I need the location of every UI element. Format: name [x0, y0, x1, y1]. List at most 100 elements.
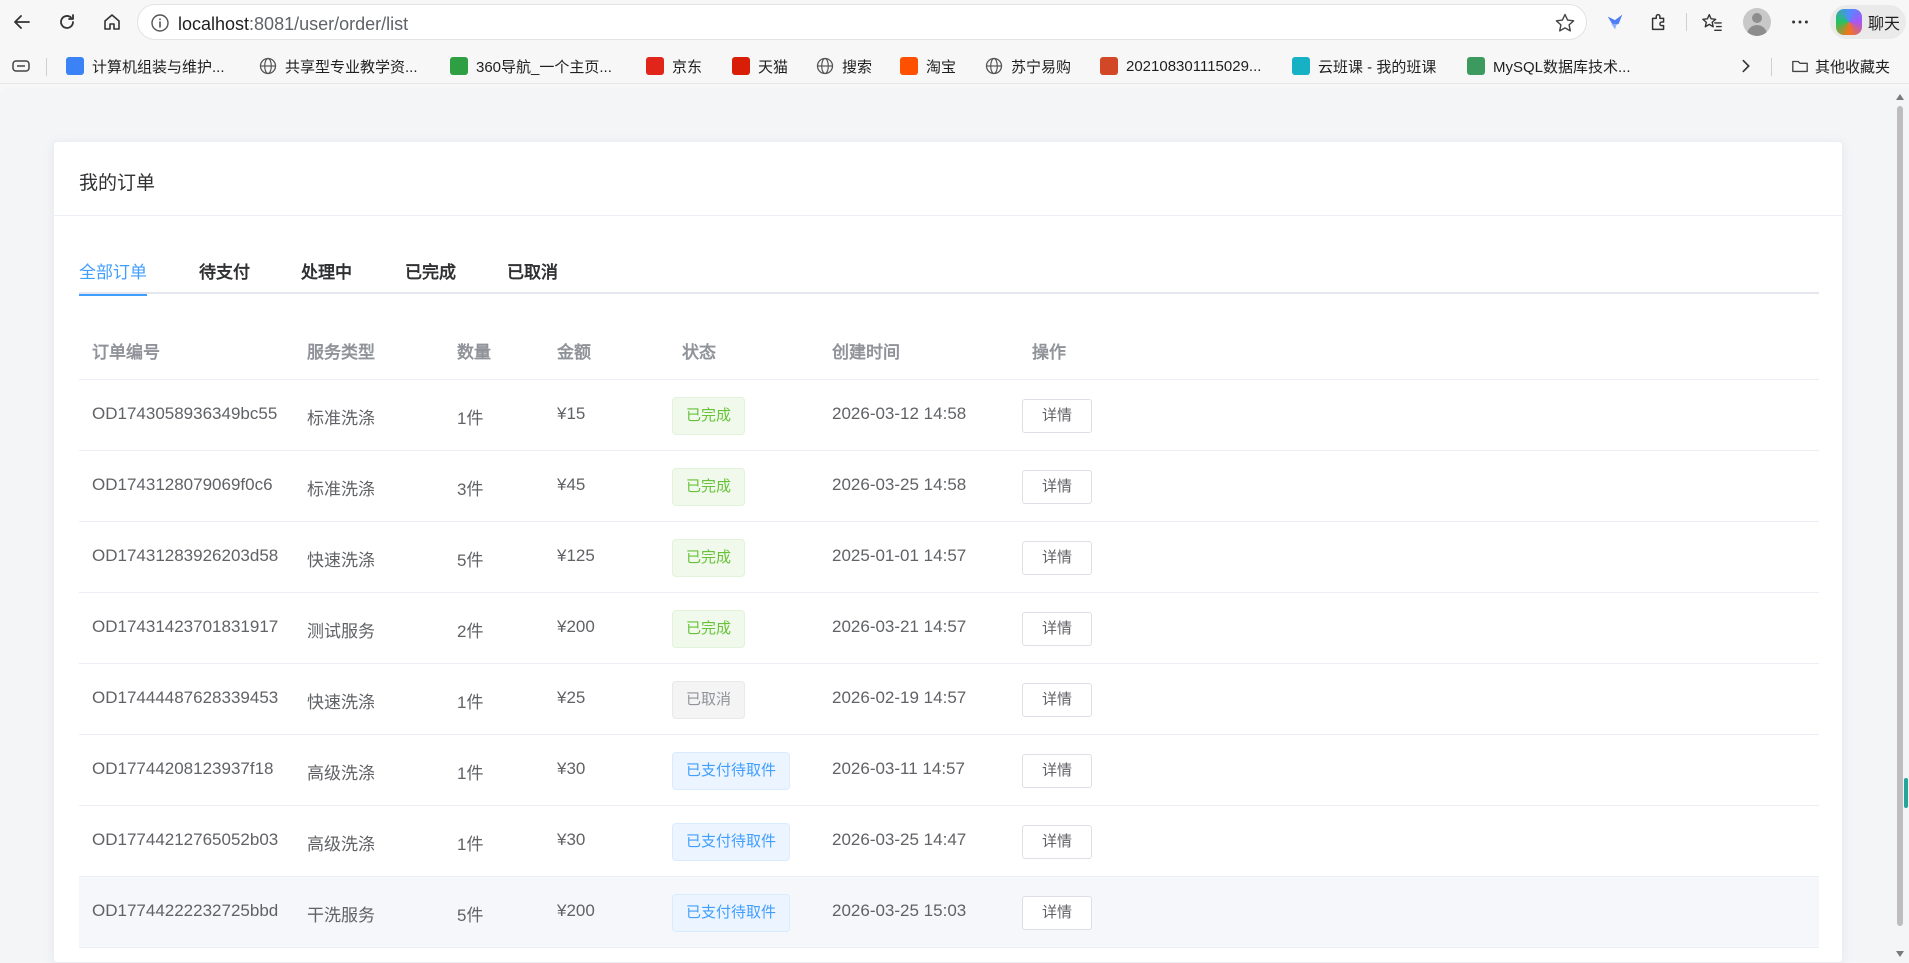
table-row: OD17431423701831917 测试服务 2件 ¥200 已完成 2026-03-… [79, 593, 1819, 664]
chat-label: 聊天 [1868, 16, 1901, 33]
service-type-cell: 测试服务 [307, 622, 375, 641]
other-bookmarks-folder[interactable]: 其他收藏夹 [1791, 55, 1890, 77]
service-type-cell: 快速洗涤 [307, 551, 375, 570]
info-icon[interactable] [150, 13, 170, 33]
order-id-cell: OD17431423701831917 [92, 617, 279, 636]
order-id-cell: OD17744208123937f18 [92, 759, 274, 778]
bookmark-item[interactable]: 360导航_一个主页... [450, 55, 612, 77]
favorite-star-icon[interactable] [1554, 12, 1576, 34]
created-time-cell: 2026-03-21 14:57 [832, 617, 967, 636]
status-badge: 已支付待取件 [672, 894, 791, 932]
bookmark-item[interactable]: 搜索 [816, 55, 872, 77]
detail-button[interactable]: 详情 [1022, 683, 1092, 717]
chevron-right-icon [1742, 59, 1750, 73]
address-bar[interactable]: localhost:8081/user/order/list [137, 4, 1587, 40]
bookmark-item[interactable]: 淘宝 [900, 55, 956, 77]
tab-order-filter[interactable]: 已完成 [405, 252, 456, 294]
globe-icon [816, 57, 834, 75]
bookmark-label: 202108301115029... [1126, 57, 1262, 75]
bookmark-item[interactable]: 计算机组装与维护... [66, 55, 225, 77]
order-id-cell: OD17444487628339453 [92, 688, 279, 707]
quantity-cell: 1件 [457, 693, 484, 712]
detail-button[interactable]: 详情 [1022, 541, 1092, 575]
detail-button[interactable]: 详情 [1022, 612, 1092, 646]
service-type-cell: 高级洗涤 [307, 764, 375, 783]
status-badge: 已完成 [672, 397, 746, 435]
bookmark-label: 360导航_一个主页... [476, 58, 612, 76]
scroll-thumb[interactable] [1897, 106, 1903, 926]
table-row: OD17744212765052b03 高级洗涤 1件 ¥30 已支付待取件 2026-0… [79, 806, 1819, 877]
bookmark-item[interactable]: MySQL数据库技术... [1467, 55, 1631, 77]
amount-cell: ¥200 [557, 617, 595, 636]
bookmarks-bar: 计算机组装与维护... 共享型专业教学资... 360导航_一个主页... 京东 天猫 搜… [0, 48, 1909, 84]
page-scrollbar[interactable] [1892, 88, 1909, 963]
amount-cell: ¥15 [557, 404, 586, 423]
status-badge: 已支付待取件 [672, 752, 791, 790]
url-text[interactable]: localhost:8081/user/order/list [178, 14, 408, 35]
bookmark-item[interactable]: 苏宁易购 [985, 55, 1071, 77]
bookmark-item[interactable]: 云班课 - 我的班课 [1292, 55, 1436, 77]
refresh-button[interactable] [52, 7, 82, 37]
bookmark-label: 淘宝 [926, 58, 957, 76]
detail-button[interactable]: 详情 [1022, 754, 1092, 788]
detail-button[interactable]: 详情 [1022, 825, 1092, 859]
extension-bird-icon[interactable] [1603, 10, 1627, 34]
quantity-cell: 5件 [457, 551, 484, 570]
tmall-icon [732, 57, 750, 75]
amount-cell: ¥25 [557, 688, 586, 707]
scroll-up-arrow[interactable] [1896, 94, 1904, 100]
column-header: 创建时间 [832, 343, 900, 362]
table-header: 订单编号 服务类型 数量 金额 状态 创建时间 操作 [79, 314, 1819, 380]
tab-order-filter[interactable]: 全部订单 [79, 252, 147, 296]
order-id-cell: OD1743058936349bc55 [92, 404, 278, 423]
favorites-list-icon[interactable] [1700, 10, 1724, 34]
bookmark-item[interactable]: 共享型专业教学资... [259, 55, 418, 77]
detail-button[interactable]: 详情 [1022, 470, 1092, 504]
column-header: 订单编号 [92, 343, 160, 362]
url-path: :8081/user/order/list [249, 14, 409, 34]
tab-order-filter[interactable]: 处理中 [301, 252, 352, 294]
amount-cell: ¥30 [557, 759, 586, 778]
scroll-marker [1904, 778, 1908, 808]
scroll-down-arrow[interactable] [1896, 951, 1904, 957]
bookmarks-overflow-button[interactable] [1737, 55, 1755, 77]
created-time-cell: 2026-02-19 14:57 [832, 688, 967, 707]
table-row: OD1743058936349bc55 标准洗涤 1件 ¥15 已完成 2026-03-1… [79, 380, 1819, 451]
home-button[interactable] [97, 7, 127, 37]
toolbar-divider [1686, 13, 1687, 31]
quantity-cell: 3件 [457, 480, 484, 499]
refresh-icon [60, 14, 74, 29]
bookmark-label: MySQL数据库技术... [1493, 58, 1631, 76]
created-time-cell: 2026-03-25 14:47 [832, 830, 967, 849]
orders-card: 我的订单 全部订单 待支付 处理中 已完成 已取消 订单编号 服务类型 数量 金额 状态 创建时间… [53, 141, 1843, 963]
tab-actions-button[interactable] [10, 55, 32, 77]
back-button[interactable] [7, 7, 37, 37]
avatar-head [1752, 13, 1762, 23]
bookmark-item[interactable]: 202108301115029... [1100, 55, 1261, 77]
avatar-body [1747, 25, 1767, 36]
profile-avatar[interactable] [1743, 8, 1771, 36]
copilot-chat-button[interactable]: 聊天 [1830, 5, 1906, 39]
bookmark-item[interactable]: 天猫 [732, 55, 788, 77]
tab-order-filter[interactable]: 已取消 [507, 252, 558, 294]
tab-actions-icon [12, 60, 30, 72]
table-row: OD17431283926203d58 快速洗涤 5件 ¥125 已完成 2025-01-… [79, 522, 1819, 593]
bookmark-label: 天猫 [758, 58, 789, 76]
quantity-cell: 1件 [457, 409, 484, 428]
extensions-puzzle-icon[interactable] [1647, 10, 1671, 34]
tab-order-filter[interactable]: 待支付 [199, 252, 250, 294]
more-menu-icon[interactable] [1788, 10, 1812, 34]
status-badge: 已取消 [672, 681, 746, 719]
column-header: 数量 [457, 343, 491, 362]
table-row: OD17744208123937f18 高级洗涤 1件 ¥30 已支付待取件 2026-0… [79, 735, 1819, 806]
360-icon [450, 57, 468, 75]
globe-icon [985, 57, 1003, 75]
detail-button[interactable]: 详情 [1022, 399, 1092, 433]
taobao-icon [900, 57, 918, 75]
jd-icon [646, 57, 664, 75]
order-id-cell: OD1743128079069f0c6 [92, 475, 273, 494]
status-badge: 已完成 [672, 468, 746, 506]
detail-button[interactable]: 详情 [1022, 896, 1092, 930]
bookmark-item[interactable]: 京东 [646, 55, 702, 77]
ppt-icon [1100, 57, 1118, 75]
